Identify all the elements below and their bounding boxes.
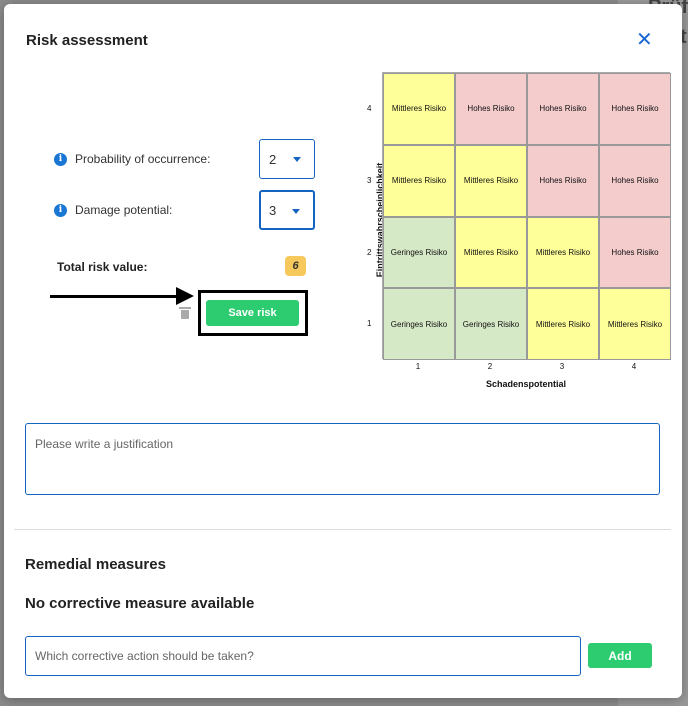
matrix-cell: Mittleres Risiko: [527, 216, 599, 289]
close-icon[interactable]: ✕: [636, 30, 653, 50]
chevron-down-icon: [292, 209, 300, 214]
matrix-cell: Mittleres Risiko: [599, 288, 671, 360]
matrix-cell: Hohes Risiko: [527, 73, 599, 145]
x-tick: 4: [631, 362, 637, 371]
annotation-arrow-line: [50, 295, 180, 298]
add-button[interactable]: Add: [588, 643, 652, 668]
chevron-down-icon: [293, 157, 301, 162]
info-icon[interactable]: i: [54, 152, 67, 166]
matrix-cell: Mittleres Risiko: [527, 288, 599, 360]
y-tick: 4: [367, 104, 372, 113]
matrix-cell: Hohes Risiko: [455, 73, 527, 145]
trash-icon[interactable]: [179, 307, 191, 319]
probability-select[interactable]: 2: [259, 139, 315, 179]
total-risk-badge: 6: [285, 256, 306, 276]
matrix-cell: Mittleres Risiko: [455, 216, 527, 289]
probability-label: Probability of occurrence:: [75, 152, 211, 166]
matrix-cell: Hohes Risiko: [599, 216, 671, 289]
annotation-arrow-head: [176, 287, 194, 305]
remedial-measures-heading: Remedial measures: [25, 556, 166, 573]
corrective-action-input[interactable]: Which corrective action should be taken?: [25, 636, 581, 676]
matrix-cell: Hohes Risiko: [599, 73, 671, 145]
matrix-x-axis-label: Schadenspotential: [485, 379, 566, 389]
matrix-cell: Mittleres Risiko: [383, 144, 455, 217]
matrix-cell: Hohes Risiko: [599, 144, 671, 217]
probability-value: 2: [269, 151, 277, 167]
matrix-cell: Hohes Risiko: [527, 144, 599, 217]
matrix-cell: Geringes Risiko: [383, 288, 455, 360]
risk-assessment-modal: Risk assessment ✕ i Probability of occur…: [4, 4, 682, 698]
y-tick: 3: [367, 176, 372, 185]
x-tick: 2: [487, 362, 493, 371]
justification-textarea[interactable]: Please write a justification: [25, 423, 660, 495]
info-icon[interactable]: i: [54, 203, 67, 217]
y-tick: 2: [367, 248, 372, 257]
matrix-cell: Mittleres Risiko: [383, 73, 455, 145]
matrix-cell: Mittleres Risiko: [455, 144, 527, 217]
save-risk-button[interactable]: Save risk: [206, 300, 299, 326]
damage-row: i Damage potential:: [54, 203, 172, 217]
probability-row: i Probability of occurrence:: [54, 152, 210, 166]
damage-label: Damage potential:: [75, 203, 173, 217]
y-tick: 1: [367, 319, 372, 328]
modal-title: Risk assessment: [26, 32, 148, 49]
risk-matrix: Mittleres Risiko Hohes Risiko Hohes Risiko…: [382, 72, 671, 360]
x-tick: 1: [415, 362, 421, 371]
damage-select[interactable]: 3: [259, 190, 315, 230]
section-divider: [14, 529, 671, 530]
no-measures-message: No corrective measure available: [25, 595, 255, 612]
total-risk-label: Total risk value:: [57, 260, 148, 274]
x-tick: 3: [559, 362, 565, 371]
damage-value: 3: [269, 202, 277, 218]
matrix-cell: Geringes Risiko: [455, 288, 527, 360]
matrix-cell: Geringes Risiko: [383, 216, 455, 289]
